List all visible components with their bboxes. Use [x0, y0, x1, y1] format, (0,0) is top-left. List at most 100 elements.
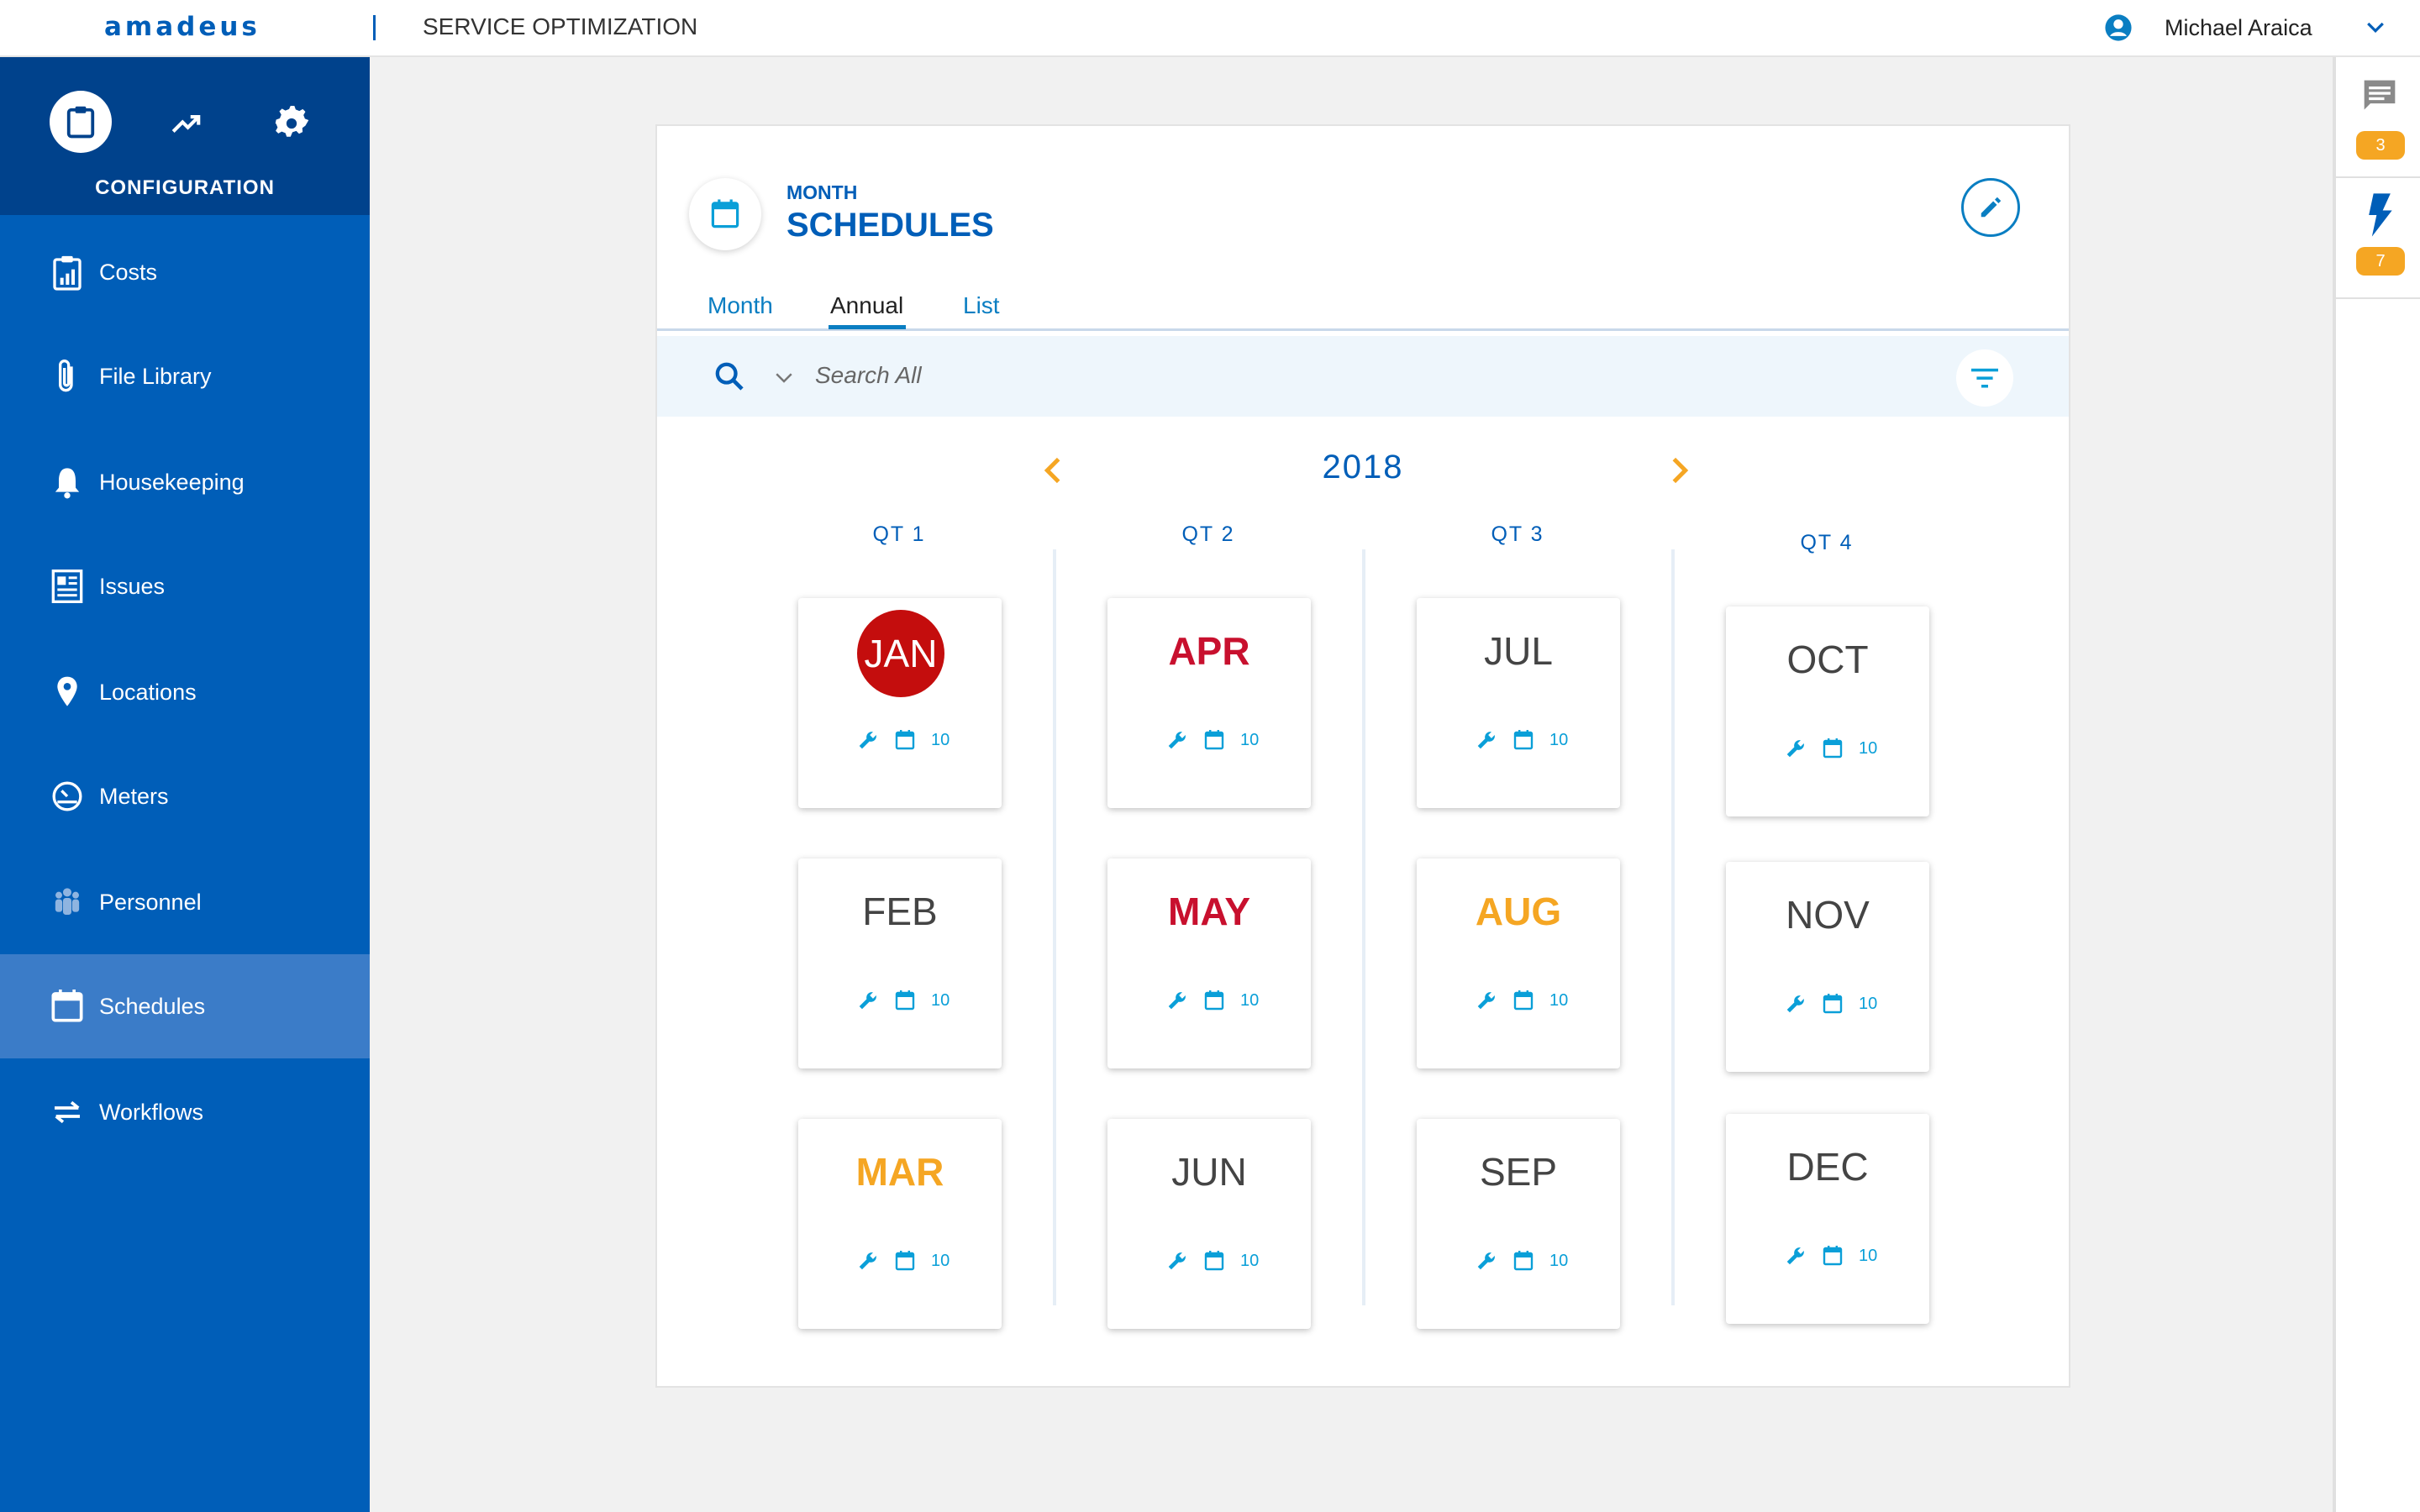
month-name: JUL — [1484, 629, 1553, 673]
edit-button[interactable] — [1961, 178, 2020, 237]
sidebar-item-label: File Library — [99, 363, 212, 389]
amadeus-logo[interactable]: amadeus — [104, 12, 260, 42]
sidebar-item-label: Issues — [99, 573, 166, 599]
month-tile-feb[interactable]: FEB 10 — [798, 858, 1002, 1068]
clipboard-icon — [66, 106, 95, 139]
filter-button[interactable] — [1956, 349, 2013, 407]
month-meta: 10 — [1476, 1248, 1568, 1273]
month-name: MAR — [855, 1150, 944, 1194]
month-meta: 10 — [1166, 988, 1259, 1013]
month-meta: 10 — [1785, 736, 1877, 761]
quarter-label: QT 2 — [1181, 522, 1235, 546]
active-tab-indicator — [829, 325, 906, 329]
location-pin-icon — [57, 676, 77, 706]
chevron-down-icon[interactable] — [2363, 15, 2388, 40]
card-subtitle: MONTH — [786, 181, 858, 203]
wrench-icon — [1477, 1252, 1495, 1270]
month-tile-sep[interactable]: SEP 10 — [1417, 1119, 1620, 1329]
calendar-icon — [895, 990, 915, 1011]
configuration-tab[interactable] — [50, 91, 112, 153]
sidebar-item-housekeeping[interactable]: Housekeeping — [0, 430, 370, 534]
view-tabs: Month Annual List — [657, 289, 2069, 331]
sidebar-item-locations[interactable]: Locations — [0, 640, 370, 744]
chevron-down-icon[interactable] — [771, 365, 797, 390]
sidebar-section-label: CONFIGURATION — [95, 176, 275, 199]
quarter-divider — [1362, 549, 1365, 1305]
schedule-count: 10 — [1859, 738, 1878, 758]
tab-list[interactable]: List — [963, 292, 1000, 319]
schedule-count: 10 — [1859, 1246, 1878, 1265]
month-tile-oct[interactable]: OCT 10 — [1726, 606, 1929, 816]
month-meta: 10 — [1166, 727, 1259, 753]
search-icon[interactable] — [713, 360, 746, 393]
month-tile-may[interactable]: MAY 10 — [1107, 858, 1311, 1068]
people-icon — [55, 888, 80, 915]
search-input[interactable] — [815, 354, 1571, 396]
schedule-count: 10 — [1240, 1251, 1260, 1270]
previous-year-icon[interactable] — [1039, 454, 1067, 487]
calendar-icon — [711, 199, 739, 228]
schedule-count: 10 — [1240, 730, 1260, 749]
wrench-icon — [859, 732, 876, 749]
alerts-panel[interactable]: 7 — [2336, 178, 2420, 299]
calendar-icon — [1513, 990, 1534, 1011]
sidebar-header: CONFIGURATION — [0, 57, 370, 215]
tab-annual[interactable]: Annual — [830, 292, 903, 319]
tab-month[interactable]: Month — [708, 292, 773, 319]
wrench-icon — [1786, 740, 1804, 758]
year-label: 2018 — [1322, 449, 1404, 486]
quarter-label: QT 3 — [1491, 522, 1544, 546]
user-avatar-icon[interactable] — [2104, 13, 2133, 42]
messages-panel[interactable]: 3 — [2336, 57, 2420, 178]
month-tile-mar[interactable]: MAR 10 — [798, 1119, 1002, 1329]
clipboard-chart-icon — [53, 255, 82, 291]
sidebar-item-workflows[interactable]: Workflows — [0, 1060, 370, 1164]
month-tile-dec[interactable]: DEC 10 — [1726, 1114, 1929, 1324]
calendar-icon — [51, 990, 83, 1022]
sidebar-item-personnel[interactable]: Personnel — [0, 850, 370, 954]
bell-icon — [55, 468, 80, 499]
wrench-icon — [859, 992, 876, 1010]
calendar-icon — [1823, 1246, 1843, 1266]
pencil-icon — [1981, 197, 2002, 218]
month-tile-jun[interactable]: JUN 10 — [1107, 1119, 1311, 1329]
sidebar-item-meters[interactable]: Meters — [0, 744, 370, 848]
month-tile-apr[interactable]: APR 10 — [1107, 598, 1311, 808]
month-meta: 10 — [1785, 1243, 1877, 1268]
schedule-count: 10 — [931, 990, 950, 1010]
lightning-bolt-icon — [2369, 193, 2392, 237]
schedule-count: 10 — [1859, 994, 1878, 1013]
sidebar-item-costs[interactable]: Costs — [0, 220, 370, 324]
wrench-icon — [1168, 1252, 1186, 1270]
top-bar: amadeus SERVICE OPTIMIZATION Michael Ara… — [0, 0, 2420, 57]
month-meta: 10 — [1476, 988, 1568, 1013]
sidebar-item-issues[interactable]: Issues — [0, 534, 370, 638]
month-name: JUN — [1171, 1150, 1247, 1194]
wrench-icon — [1477, 992, 1495, 1010]
month-meta: 10 — [1166, 1248, 1259, 1273]
user-name[interactable]: Michael Araica — [2165, 15, 2312, 41]
sidebar-item-file-library[interactable]: File Library — [0, 324, 370, 428]
month-tile-jul[interactable]: JUL 10 — [1417, 598, 1620, 808]
trending-up-icon[interactable] — [168, 108, 205, 139]
month-name: MAY — [1168, 890, 1250, 933]
chat-icon — [2364, 80, 2396, 110]
quarter-label: QT 4 — [1800, 531, 1854, 554]
month-tile-nov[interactable]: NOV 10 — [1726, 862, 1929, 1072]
alerts-count-badge: 7 — [2356, 247, 2405, 276]
header-divider — [373, 15, 376, 40]
next-year-icon[interactable] — [1665, 454, 1694, 487]
wrench-icon — [859, 1252, 876, 1270]
month-tile-jan[interactable]: JAN 10 — [798, 598, 1002, 808]
month-name: AUG — [1475, 890, 1562, 933]
calendar-icon — [1823, 994, 1843, 1014]
month-meta: 10 — [857, 1248, 950, 1273]
gear-icon[interactable] — [274, 106, 309, 141]
wrench-icon — [1477, 732, 1495, 749]
sidebar-item-schedules[interactable]: Schedules — [0, 954, 370, 1058]
month-tile-aug[interactable]: AUG 10 — [1417, 858, 1620, 1068]
wrench-icon — [1786, 995, 1804, 1013]
schedules-card: MONTH SCHEDULES Month Annual List Search… — [655, 124, 2070, 1388]
schedule-count: 10 — [1549, 730, 1569, 749]
month-meta: 10 — [857, 988, 950, 1013]
